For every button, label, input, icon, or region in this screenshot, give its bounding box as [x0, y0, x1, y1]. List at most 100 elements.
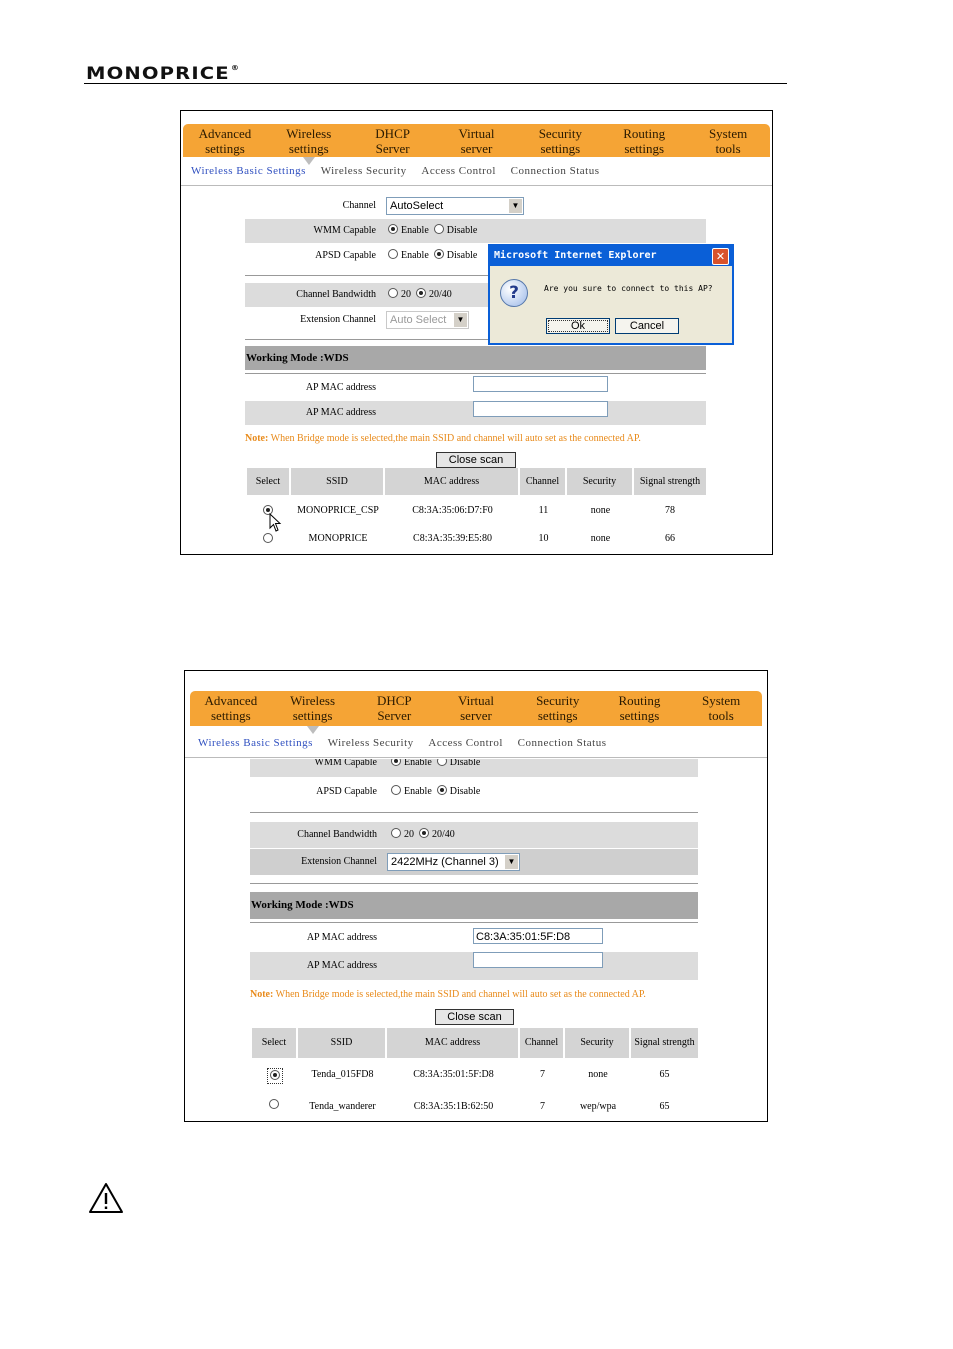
extension-label: Extension Channel: [300, 314, 376, 325]
chevron-down-icon: ▼: [509, 198, 522, 213]
apsd-enable-radio[interactable]: [391, 785, 401, 795]
nav-advanced-settings[interactable]: Advanced settings: [190, 691, 272, 726]
wmm-enable-label: Enable: [401, 225, 429, 236]
ap-mac-row-1: AP MAC address C8:3A:35:01:5F:D8: [250, 925, 698, 951]
ssid-cell: Tenda_wanderer: [309, 1101, 376, 1112]
wmm-enable-radio[interactable]: [388, 224, 398, 234]
security-cell: wep/wpa: [579, 1101, 617, 1112]
apsd-enable-radio[interactable]: [388, 249, 398, 259]
bw-20-radio[interactable]: [391, 828, 401, 838]
bridge-note: Note: When Bridge mode is selected,the m…: [245, 433, 641, 444]
channel-cell: 11: [538, 505, 549, 516]
nav-dhcp-server[interactable]: DHCP Server: [351, 124, 435, 157]
ssid-cell: MONOPRICE: [308, 533, 368, 544]
ap-mac-input-2[interactable]: [473, 952, 603, 968]
extension-select[interactable]: 2422MHz (Channel 3) ▼: [387, 852, 520, 871]
wmm-disable-radio[interactable]: [436, 759, 447, 766]
col-security-header: Security: [567, 468, 634, 495]
tab-wireless-security[interactable]: Wireless Security: [321, 165, 407, 177]
tab-connection-status[interactable]: Connection Status: [518, 737, 607, 749]
nav-system-tools[interactable]: System tools: [680, 691, 762, 726]
apsd-enable-label: Enable: [404, 786, 432, 797]
chevron-down-icon: ▼: [454, 312, 467, 327]
col-ssid-header: SSID: [298, 1028, 387, 1058]
select-radio[interactable]: [268, 1099, 279, 1109]
ok-button[interactable]: Ok: [546, 318, 610, 334]
nav-wireless-settings[interactable]: Wireless settings: [272, 691, 354, 734]
channel-select[interactable]: AutoSelect ▼: [386, 196, 524, 215]
apsd-label: APSD Capable: [316, 786, 377, 797]
nav-advanced-settings[interactable]: Advanced settings: [183, 124, 267, 157]
divider: [250, 812, 698, 813]
channel-row: Channel AutoSelect ▼: [245, 194, 706, 218]
bw-2040-label: 20/40: [429, 289, 452, 300]
cancel-button[interactable]: Cancel: [615, 318, 679, 334]
security-cell: none: [590, 505, 611, 516]
col-mac-header: MAC address: [387, 1028, 520, 1058]
divider: [245, 373, 706, 374]
security-cell: none: [590, 533, 611, 544]
ap-mac-input-1[interactable]: [473, 376, 608, 392]
tab-wireless-basic-settings[interactable]: Wireless Basic Settings: [198, 737, 313, 749]
channel-label: Channel: [342, 200, 376, 211]
bandwidth-label: Channel Bandwidth: [296, 289, 376, 300]
ap-mac-input-1[interactable]: C8:3A:35:01:5F:D8: [473, 928, 603, 944]
nav-virtual-server[interactable]: Virtual server: [435, 691, 517, 726]
divider: [250, 883, 698, 884]
bw-2040-label: 20/40: [432, 829, 455, 840]
close-scan-button[interactable]: Close scan: [435, 1009, 514, 1025]
col-select-header: Select: [252, 1028, 298, 1058]
wmm-disable-label: Disable: [449, 759, 481, 768]
nav-dhcp-server[interactable]: DHCP Server: [353, 691, 435, 726]
apsd-row: APSD Capable Enable Disable: [250, 780, 698, 804]
wmm-disable-radio[interactable]: [433, 224, 444, 234]
nav-wireless-settings[interactable]: Wireless settings: [267, 124, 351, 165]
bw-2040-radio[interactable]: [416, 288, 426, 298]
nav-security-settings[interactable]: Security settings: [518, 124, 602, 157]
apsd-disable-label: Disable: [449, 786, 481, 797]
signal-cell: 65: [659, 1069, 670, 1080]
wmm-enable-radio[interactable]: [391, 759, 401, 766]
nav-virtual-server[interactable]: Virtual server: [435, 124, 519, 157]
dialog-message: Are you sure to connect to this AP?: [544, 284, 713, 293]
warning-icon: [89, 1183, 123, 1213]
channel-cell: 7: [540, 1101, 545, 1112]
tab-access-control[interactable]: Access Control: [421, 165, 496, 177]
tab-connection-status[interactable]: Connection Status: [511, 165, 600, 177]
nav-system-tools[interactable]: System tools: [686, 124, 770, 157]
ap-mac-row-2: AP MAC address: [250, 952, 698, 980]
apsd-disable-radio[interactable]: [433, 249, 444, 259]
nav-routing-settings[interactable]: Routing settings: [599, 691, 681, 726]
main-nav: Advanced settings Wireless settings DHCP Se…: [190, 691, 762, 734]
mouse-cursor-icon: [269, 513, 282, 532]
col-security-header: Security: [565, 1028, 631, 1058]
select-radio[interactable]: [270, 1070, 280, 1080]
tab-wireless-basic-settings[interactable]: Wireless Basic Settings: [191, 165, 306, 177]
main-nav: Advanced settings Wireless settings DHCP Se…: [183, 124, 770, 165]
ap-mac-input-2[interactable]: [473, 401, 608, 417]
bw-2040-radio[interactable]: [419, 828, 429, 838]
signal-cell: 66: [665, 533, 675, 544]
section-title: Working Mode :WDS: [245, 346, 706, 370]
tab-wireless-security[interactable]: Wireless Security: [328, 737, 414, 749]
signal-cell: 65: [659, 1101, 670, 1112]
bw-20-label: 20: [404, 829, 414, 840]
tab-access-control[interactable]: Access Control: [428, 737, 503, 749]
router-screenshot-2: Advanced settings Wireless settings DHCP Se…: [184, 670, 768, 1122]
bw-20-radio[interactable]: [388, 288, 398, 298]
col-signal-header: Signal strength: [631, 1028, 698, 1058]
mac-cell: C8:3A:35:1B:62:50: [413, 1101, 494, 1112]
close-icon[interactable]: ✕: [712, 248, 729, 265]
security-cell: none: [588, 1069, 608, 1080]
channel-cell: 10: [538, 533, 549, 544]
nav-routing-settings[interactable]: Routing settings: [602, 124, 686, 157]
nav-security-settings[interactable]: Security settings: [517, 691, 599, 726]
close-scan-button[interactable]: Close scan: [436, 452, 516, 468]
col-channel-header: Channel: [520, 1028, 565, 1058]
wmm-disable-label: Disable: [446, 225, 478, 236]
question-icon: ?: [500, 279, 528, 307]
select-radio[interactable]: [262, 533, 273, 543]
apsd-disable-radio[interactable]: [436, 785, 447, 795]
extension-select[interactable]: Auto Select ▼: [386, 310, 469, 329]
col-ssid-header: SSID: [291, 468, 385, 495]
